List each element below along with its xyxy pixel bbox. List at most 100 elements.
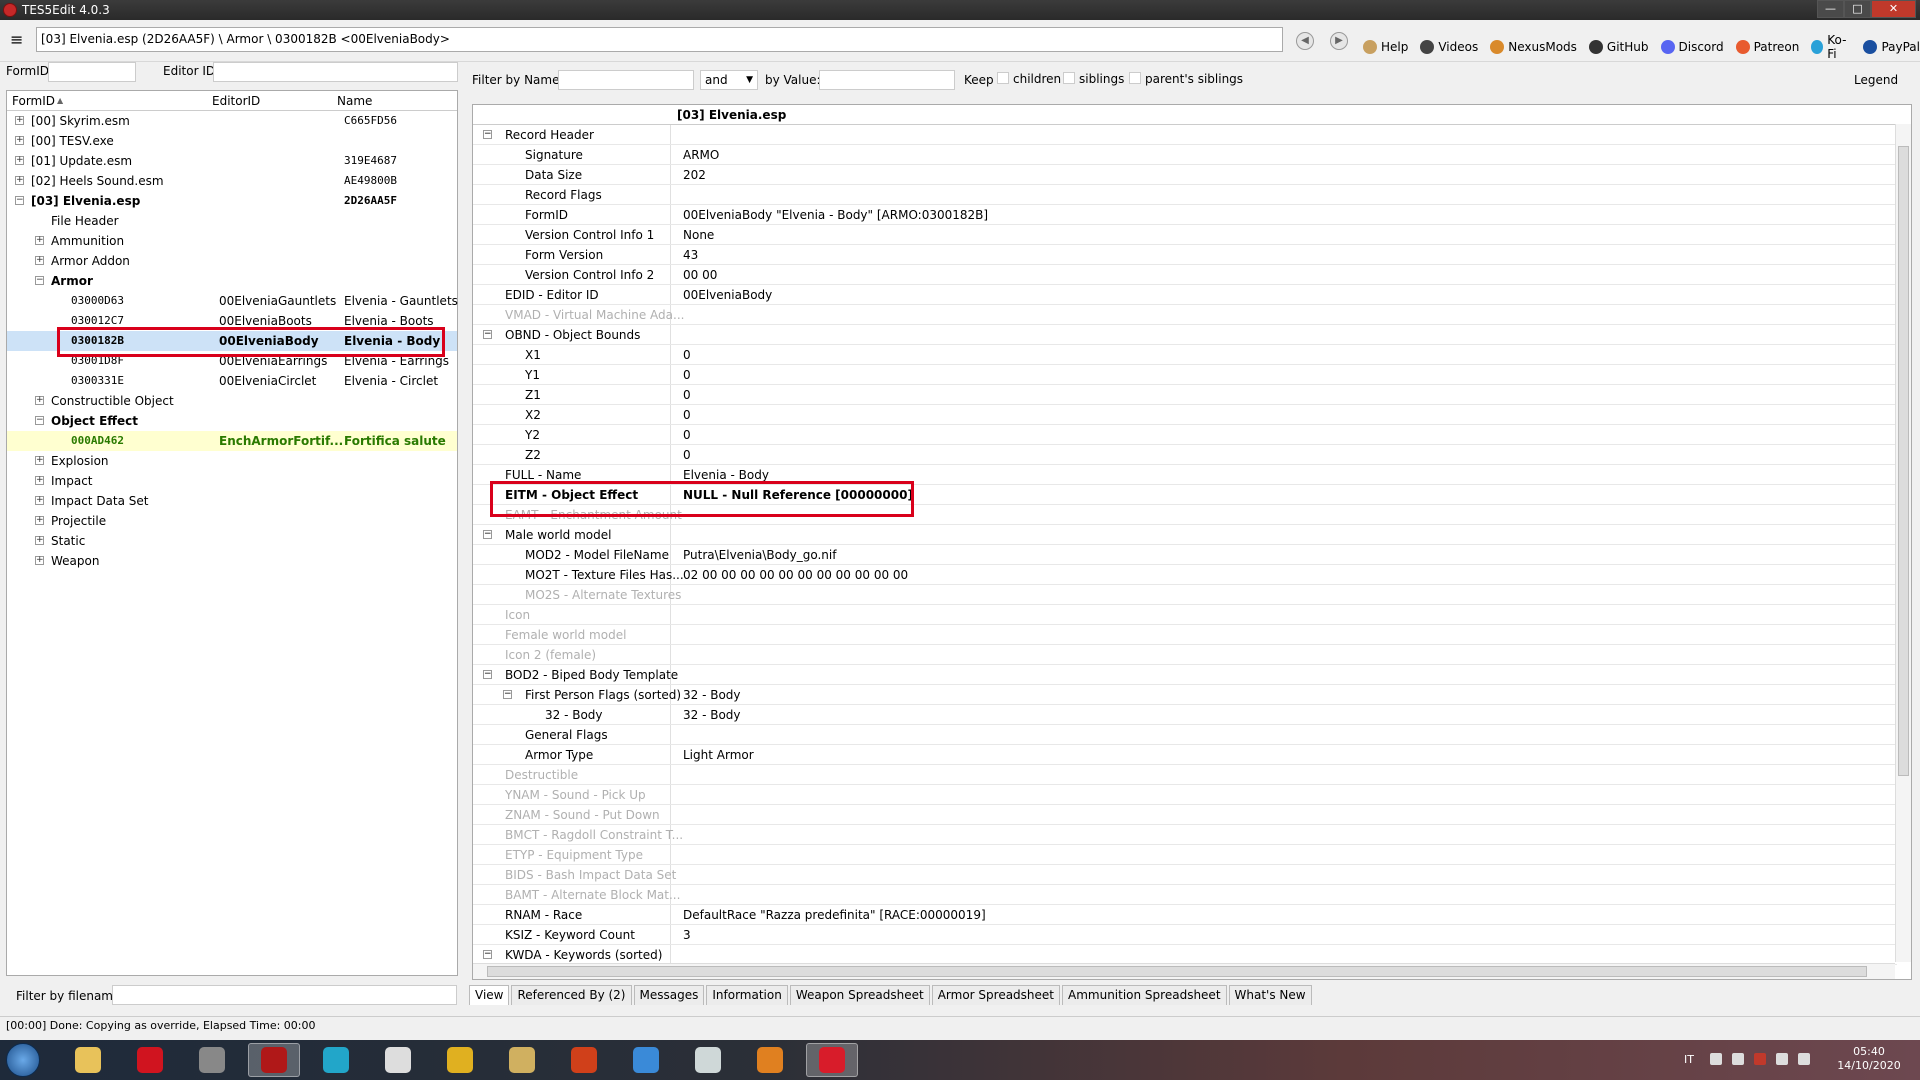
field-value[interactable]: 00ElveniaBody xyxy=(683,285,772,305)
taskbar-app[interactable] xyxy=(62,1043,114,1077)
record-field-row[interactable]: FULL - Name Elvenia - Body xyxy=(473,465,1897,485)
record-field-row[interactable]: MO2T - Texture Files Has... 02 00 00 00 0… xyxy=(473,565,1897,585)
expand-icon[interactable]: + xyxy=(35,456,44,465)
record-field-row[interactable]: VMAD - Virtual Machine Ada... xyxy=(473,305,1897,325)
record-field-row[interactable]: Destructible xyxy=(473,765,1897,785)
tab-what-s-new[interactable]: What's New xyxy=(1228,985,1312,1005)
taskbar-app[interactable] xyxy=(620,1043,672,1077)
record-field-row[interactable]: − Male world model xyxy=(473,525,1897,545)
tree-row[interactable]: 0300331E 00ElveniaCirclet Elvenia - Circle… xyxy=(7,371,457,391)
record-field-row[interactable]: MO2S - Alternate Textures xyxy=(473,585,1897,605)
expand-icon[interactable]: + xyxy=(35,476,44,485)
tree-row[interactable]: 03000D63 00ElveniaGauntlets Elvenia - Gaun… xyxy=(7,291,458,311)
taskbar-app[interactable] xyxy=(558,1043,610,1077)
field-value[interactable]: None xyxy=(683,225,714,245)
tree-row[interactable]: 030012C7 00ElveniaBoots Elvenia - Boots xyxy=(7,311,457,331)
tab-messages[interactable]: Messages xyxy=(633,985,705,1005)
record-field-row[interactable]: Version Control Info 2 00 00 xyxy=(473,265,1897,285)
record-field-row[interactable]: Icon xyxy=(473,605,1897,625)
tree-row[interactable]: + Impact Data Set xyxy=(7,491,457,511)
field-value[interactable]: 3 xyxy=(683,925,691,945)
field-value[interactable]: 02 00 00 00 00 00 00 00 00 00 00 00 xyxy=(683,565,908,585)
record-field-row[interactable]: ETYP - Equipment Type xyxy=(473,845,1897,865)
tree-row[interactable]: + [00] Skyrim.esm C665FD56 xyxy=(7,111,457,131)
field-value[interactable]: 0 xyxy=(683,345,691,365)
field-value[interactable]: DefaultRace "Razza predefinita" [RACE:00… xyxy=(683,905,986,925)
column-name[interactable]: Name xyxy=(337,94,372,108)
column-editorid[interactable]: EditorID xyxy=(212,94,260,108)
tree-row[interactable]: + Projectile xyxy=(7,511,457,531)
collapse-icon[interactable]: − xyxy=(483,950,492,959)
record-field-row[interactable]: Y2 0 xyxy=(473,425,1897,445)
record-field-row[interactable]: Form Version 43 xyxy=(473,245,1897,265)
link-github[interactable]: GitHub xyxy=(1588,33,1649,61)
menu-icon[interactable]: ≡ xyxy=(10,32,23,48)
expand-icon[interactable]: + xyxy=(35,516,44,525)
record-field-row[interactable]: EITM - Object Effect NULL - Null Referenc… xyxy=(473,485,1897,505)
collapse-icon[interactable]: − xyxy=(15,196,24,205)
record-field-row[interactable]: ZNAM - Sound - Put Down xyxy=(473,805,1897,825)
link-paypal[interactable]: PayPal xyxy=(1863,33,1920,61)
start-button[interactable] xyxy=(6,1043,40,1077)
taskbar-app[interactable] xyxy=(434,1043,486,1077)
volume-icon[interactable] xyxy=(1732,1053,1744,1065)
expand-icon[interactable]: + xyxy=(15,116,24,125)
record-field-row[interactable]: EDID - Editor ID 00ElveniaBody xyxy=(473,285,1897,305)
record-field-row[interactable]: BAMT - Alternate Block Mat... xyxy=(473,885,1897,905)
field-value[interactable]: 0 xyxy=(683,405,691,425)
tree-row[interactable]: + [02] Heels Sound.esm AE49800B xyxy=(7,171,457,191)
legend-button[interactable]: Legend xyxy=(1854,73,1898,87)
filter-operator-select[interactable]: and ▼ xyxy=(700,70,758,90)
record-field-row[interactable]: Armor Type Light Armor xyxy=(473,745,1897,765)
record-field-row[interactable]: − First Person Flags (sorted) 32 - Body xyxy=(473,685,1897,705)
field-value[interactable]: NULL - Null Reference [00000000] xyxy=(683,485,913,505)
record-field-row[interactable]: MOD2 - Model FileName Putra\Elvenia\Body_… xyxy=(473,545,1897,565)
tree-row[interactable]: + Explosion xyxy=(7,451,457,471)
record-field-row[interactable]: YNAM - Sound - Pick Up xyxy=(473,785,1897,805)
record-field-row[interactable]: X2 0 xyxy=(473,405,1897,425)
grid-column-file[interactable]: [03] Elvenia.esp xyxy=(677,108,786,122)
taskbar-app[interactable] xyxy=(372,1043,424,1077)
expand-icon[interactable]: + xyxy=(15,136,24,145)
collapse-icon[interactable]: − xyxy=(483,530,492,539)
record-field-row[interactable]: Z2 0 xyxy=(473,445,1897,465)
field-value[interactable]: 00ElveniaBody "Elvenia - Body" [ARMO:030… xyxy=(683,205,988,225)
tab-ammunition-spreadsheet[interactable]: Ammunition Spreadsheet xyxy=(1062,985,1227,1005)
link-patreon[interactable]: Patreon xyxy=(1735,33,1799,61)
maximize-button[interactable]: □ xyxy=(1844,0,1871,18)
taskbar-app[interactable] xyxy=(310,1043,362,1077)
record-field-row[interactable]: General Flags xyxy=(473,725,1897,745)
taskbar-app[interactable] xyxy=(682,1043,734,1077)
forward-icon[interactable]: ▶ xyxy=(1330,32,1348,50)
tree-row[interactable]: − Object Effect xyxy=(7,411,457,431)
record-field-row[interactable]: − KWDA - Keywords (sorted) xyxy=(473,945,1897,965)
expand-icon[interactable]: + xyxy=(35,496,44,505)
link-ko-fi[interactable]: Ko-Fi xyxy=(1811,33,1851,61)
taskbar-app[interactable] xyxy=(124,1043,176,1077)
taskbar-app[interactable] xyxy=(186,1043,238,1077)
tree-row[interactable]: + Weapon xyxy=(7,551,457,571)
filter-name-input[interactable] xyxy=(558,70,694,90)
record-field-row[interactable]: X1 0 xyxy=(473,345,1897,365)
tree-row[interactable]: + Armor Addon xyxy=(7,251,457,271)
collapse-icon[interactable]: − xyxy=(483,670,492,679)
record-field-row[interactable]: Icon 2 (female) xyxy=(473,645,1897,665)
tab-view[interactable]: View xyxy=(469,985,510,1005)
tree-row[interactable]: + Impact xyxy=(7,471,457,491)
expand-icon[interactable]: + xyxy=(35,396,44,405)
up-arrow-icon[interactable] xyxy=(1710,1053,1722,1065)
field-value[interactable]: 0 xyxy=(683,385,691,405)
tree-row[interactable]: + [01] Update.esm 319E4687 xyxy=(7,151,457,171)
field-value[interactable]: 00 00 xyxy=(683,265,717,285)
field-value[interactable]: 0 xyxy=(683,445,691,465)
record-field-row[interactable]: − BOD2 - Biped Body Template xyxy=(473,665,1897,685)
record-field-row[interactable]: Female world model xyxy=(473,625,1897,645)
record-field-row[interactable]: Data Size 202 xyxy=(473,165,1897,185)
horizontal-scrollbar[interactable] xyxy=(473,963,1895,979)
tree-row[interactable]: − Armor xyxy=(7,271,457,291)
record-field-row[interactable]: EAMT - Enchantment Amount xyxy=(473,505,1897,525)
editorid-filter-input[interactable] xyxy=(213,62,458,82)
field-value[interactable]: Light Armor xyxy=(683,745,754,765)
field-value[interactable]: 32 - Body xyxy=(683,685,741,705)
children-checkbox[interactable] xyxy=(997,72,1009,84)
